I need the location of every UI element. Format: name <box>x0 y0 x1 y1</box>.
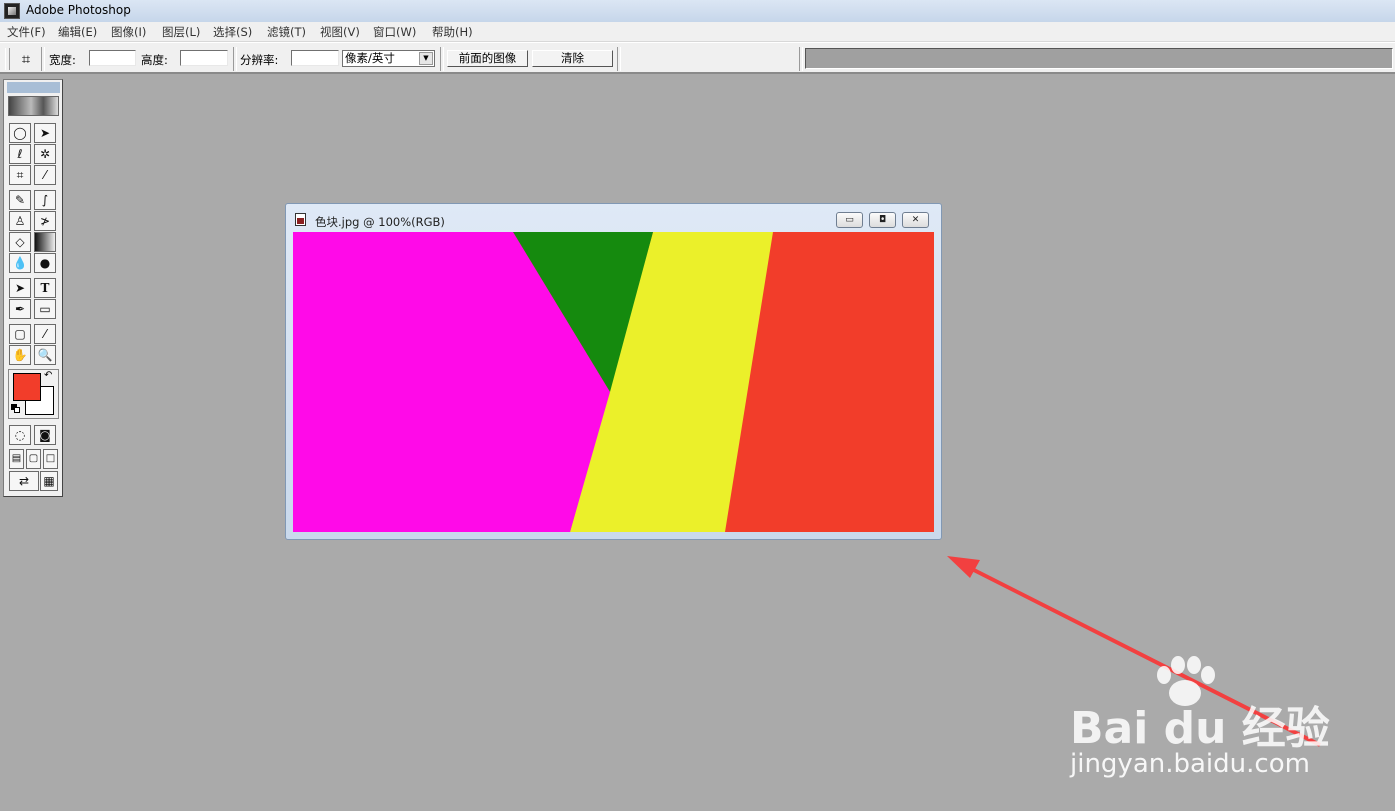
arrow-head <box>947 556 980 578</box>
watermark-url: jingyan.baidu.com <box>1070 749 1310 779</box>
baidu-jingyan-watermark: Bai du 经验 <box>1070 703 1330 754</box>
